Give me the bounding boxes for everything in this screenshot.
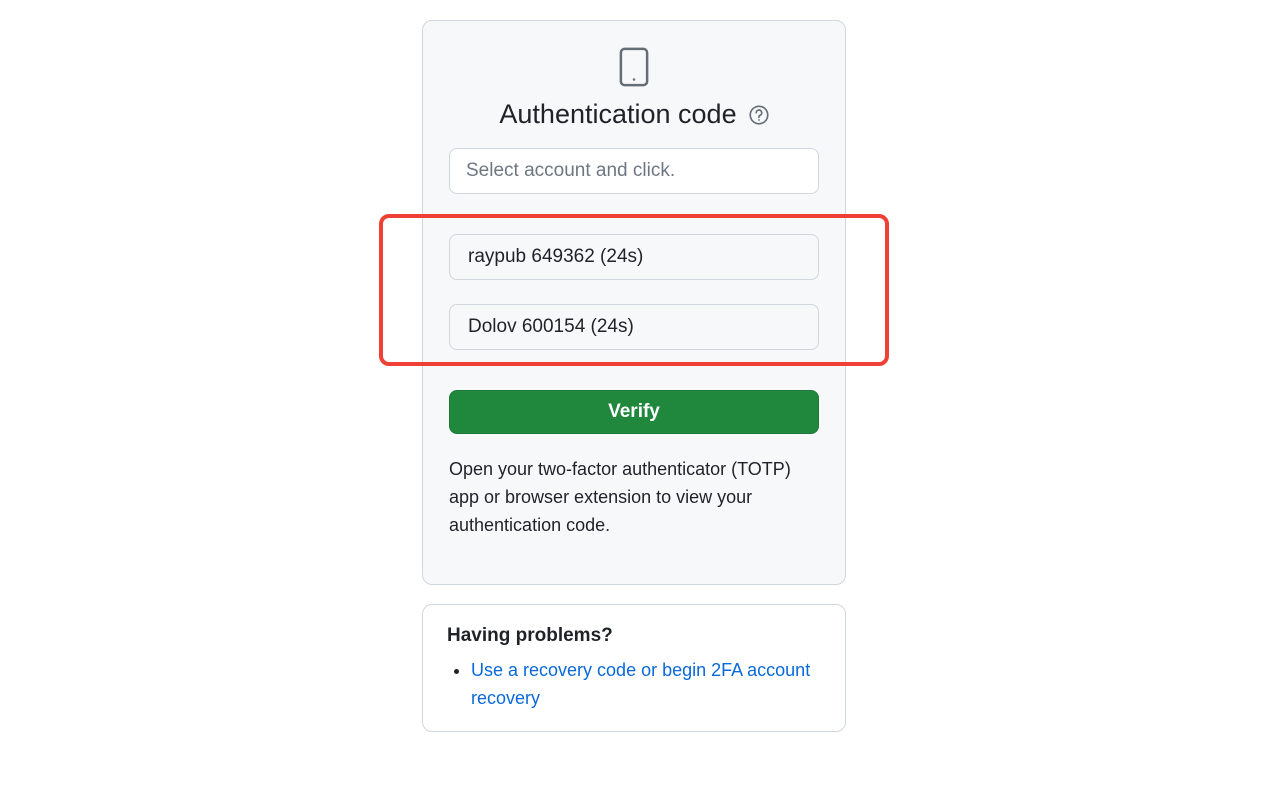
problems-list-item: Use a recovery code or begin 2FA account… xyxy=(471,657,821,713)
device-mobile-icon xyxy=(619,47,649,87)
account-option-0[interactable]: raypub 649362 (24s) xyxy=(449,234,819,280)
auth-panel: Authentication code raypub 649362 (24s) … xyxy=(422,20,846,585)
auth-title: Authentication code xyxy=(499,99,736,130)
recovery-link[interactable]: Use a recovery code or begin 2FA account… xyxy=(471,660,810,708)
problems-heading: Having problems? xyxy=(447,625,821,647)
account-option-1[interactable]: Dolov 600154 (24s) xyxy=(449,304,819,350)
problems-panel: Having problems? Use a recovery code or … xyxy=(422,604,846,732)
auth-hint-text: Open your two-factor authenticator (TOTP… xyxy=(449,456,819,540)
accounts-highlight-box: raypub 649362 (24s) Dolov 600154 (24s) xyxy=(379,214,889,366)
auth-code-input[interactable] xyxy=(449,148,819,194)
help-icon[interactable] xyxy=(749,105,769,125)
verify-button[interactable]: Verify xyxy=(449,390,819,434)
